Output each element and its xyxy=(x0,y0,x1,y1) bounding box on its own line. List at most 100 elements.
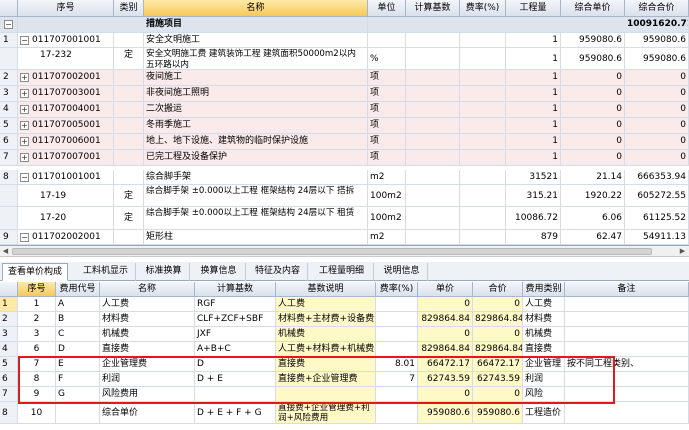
table-row[interactable]: 3 3 C 机械费 JXF 机械费 0 0 机械费 xyxy=(0,327,689,342)
fee-note xyxy=(565,327,689,341)
item-quantity: 879 xyxy=(506,230,561,244)
header-quantity[interactable]: 工程量 xyxy=(506,0,561,17)
table-row[interactable]: 17-19 定 综合脚手架 ±0.000以上工程 框架结构 24层以下 搭拆 1… xyxy=(0,185,689,207)
tab-features-content[interactable]: 特征及内容 xyxy=(248,263,308,281)
item-total: 666353.94 xyxy=(625,170,689,184)
table-row[interactable]: 5 7 E 企业管理费 D 直接费 8.01 66472.17 66472.17… xyxy=(0,357,689,372)
header-name[interactable]: 名称 xyxy=(100,282,195,297)
tab-materials-display[interactable]: 工料机显示 xyxy=(76,263,136,281)
table-row[interactable]: 7 9 G 风险费用 0 0 风险 xyxy=(0,387,689,402)
header-category[interactable]: 类别 xyxy=(114,0,144,17)
tab-description-info[interactable]: 说明信息 xyxy=(376,263,428,281)
item-rate xyxy=(460,102,506,117)
table-row[interactable]: 1 1 A 人工费 RGF 人工费 0 0 人工费 xyxy=(0,297,689,312)
expand-icon[interactable]: + xyxy=(20,121,29,130)
group-row[interactable]: − 措施项目 10091620.71 xyxy=(0,17,689,33)
header-fee-code[interactable]: 费用代号 xyxy=(56,282,100,297)
tab-unit-price-composition[interactable]: 查看单价构成 xyxy=(2,263,68,281)
tab-quantity-details[interactable]: 工程量明细 xyxy=(310,263,374,281)
fee-total: 0 xyxy=(473,327,523,341)
header-seq[interactable]: 序号 xyxy=(18,282,56,297)
row-number: 2 xyxy=(0,70,18,85)
fee-name: 利润 xyxy=(100,372,195,386)
header-seq[interactable]: 序号 xyxy=(18,0,114,17)
header-note[interactable]: 备注 xyxy=(565,282,689,297)
collapse-icon[interactable]: − xyxy=(4,20,13,29)
table-row[interactable]: 4 + 011707004001 二次搬运 项 1 0 0 xyxy=(0,102,689,118)
item-base xyxy=(406,33,460,47)
table-row[interactable]: 9 − 011702002001 矩形柱 m2 879 62.47 54911.… xyxy=(0,230,689,245)
table-row[interactable]: 5 + 011707005001 冬雨季施工 项 1 0 0 xyxy=(0,118,689,134)
table-row[interactable]: 8 − 011701001001 综合脚手架 m2 31521 21.14 66… xyxy=(0,170,689,185)
header-calc-base[interactable]: 计算基数 xyxy=(195,282,276,297)
item-unit-price: 0 xyxy=(561,70,625,85)
tab-conversion-info[interactable]: 换算信息 xyxy=(192,263,246,281)
fee-type: 人工费 xyxy=(523,297,565,311)
header-name[interactable]: 名称 xyxy=(144,0,368,17)
table-row[interactable]: 2 2 B 材料费 CLF+ZCF+SBF 材料费+主材费+设备费 829864… xyxy=(0,312,689,327)
header-rate[interactable]: 费率(%) xyxy=(376,282,418,297)
fee-rate xyxy=(376,402,418,423)
scroll-left-icon[interactable]: ◀ xyxy=(1,247,10,256)
tab-standard-conversion[interactable]: 标准换算 xyxy=(138,263,190,281)
header-price[interactable]: 单价 xyxy=(418,282,473,297)
horizontal-scrollbar[interactable]: ◀ ▶ xyxy=(0,246,689,257)
table-row[interactable]: 4 6 D 直接费 A+B+C 人工费+材料费+机械费 829864.84 82… xyxy=(0,342,689,357)
header-unit-price[interactable]: 综合单价 xyxy=(561,0,625,17)
item-name: 综合脚手架 xyxy=(144,170,368,184)
fee-rate[interactable]: 7 xyxy=(376,372,418,386)
item-category: 定 xyxy=(114,207,144,229)
header-fee-type[interactable]: 费用类别 xyxy=(523,282,565,297)
fee-seq: 10 xyxy=(18,402,56,423)
collapse-icon[interactable]: − xyxy=(20,173,29,182)
item-rate xyxy=(460,86,506,101)
item-name: 夜间施工 xyxy=(144,70,368,85)
item-code: 17-19 xyxy=(18,185,114,206)
item-code: 011702002001 xyxy=(30,230,114,244)
header-unit[interactable]: 单位 xyxy=(368,0,406,17)
header-base[interactable]: 计算基数 xyxy=(406,0,460,17)
collapse-icon[interactable]: − xyxy=(20,233,29,242)
fee-name: 企业管理费 xyxy=(100,357,195,371)
expand-icon[interactable]: + xyxy=(20,153,29,162)
scroll-right-icon[interactable]: ▶ xyxy=(678,247,687,256)
fee-rate[interactable] xyxy=(376,387,418,401)
table-row[interactable]: 3 + 011707003001 非夜间施工照明 项 1 0 0 xyxy=(0,86,689,102)
detail-tab-bar: 查看单价构成 工料机显示 标准换算 换算信息 特征及内容 工程量明细 说明信息 xyxy=(0,262,689,281)
table-row[interactable]: 17-232 定 安全文明施工费 建筑装饰工程 建筑面积50000m2以内 五环… xyxy=(0,48,689,70)
fee-rate[interactable]: 8.01 xyxy=(376,357,418,371)
group-total: 10091620.71 xyxy=(625,17,689,32)
item-unit: % xyxy=(368,48,406,69)
fee-total: 829864.84 xyxy=(473,342,523,356)
expand-icon[interactable]: + xyxy=(20,105,29,114)
table-row[interactable]: 1 − 011707001001 安全文明施工 1 959080.6 95908… xyxy=(0,33,689,48)
scrollbar-thumb[interactable] xyxy=(12,248,652,255)
table-row[interactable]: 8 10 综合单价 D + E + F + G 直接费+企业管理费+利润+风险费… xyxy=(0,402,689,424)
header-base-desc[interactable]: 基数说明 xyxy=(276,282,376,297)
fee-name: 材料费 xyxy=(100,312,195,326)
item-rate xyxy=(460,185,506,206)
table-row[interactable]: 17-20 定 综合脚手架 ±0.000以上工程 框架结构 24层以下 租赁 1… xyxy=(0,207,689,230)
item-unit: 100m2 xyxy=(368,207,406,229)
header-total[interactable]: 综合合价 xyxy=(625,0,689,17)
header-total[interactable]: 合价 xyxy=(473,282,523,297)
table-row[interactable]: 7 + 011707007001 已完工程及设备保护 项 1 0 0 xyxy=(0,150,689,166)
fee-price: 0 xyxy=(418,387,473,401)
header-rate[interactable]: 费率(%) xyxy=(460,0,506,17)
fee-rate xyxy=(376,297,418,311)
table-row[interactable]: 6 8 F 利润 D + E 直接费+企业管理费 7 62743.59 6274… xyxy=(0,372,689,387)
fee-calc-base: D + E + F + G xyxy=(195,402,276,423)
table-row[interactable]: 6 + 011707006001 地上、地下设施、建筑物的临时保护设施 项 1 … xyxy=(0,134,689,150)
item-code: 011707001001 xyxy=(30,33,114,47)
item-base xyxy=(406,134,460,149)
collapse-icon[interactable]: − xyxy=(20,36,29,45)
expand-icon[interactable]: + xyxy=(20,137,29,146)
expand-icon[interactable]: + xyxy=(20,89,29,98)
item-code: 17-20 xyxy=(18,207,114,229)
fee-code xyxy=(56,402,100,423)
cost-composition-grid: 序号 费用代号 名称 计算基数 基数说明 费率(%) 单价 合价 费用类别 备注… xyxy=(0,282,689,430)
expand-icon[interactable]: + xyxy=(20,73,29,82)
item-unit: 项 xyxy=(368,150,406,165)
fee-calc-base: CLF+ZCF+SBF xyxy=(195,312,276,326)
table-row[interactable]: 2 + 011707002001 夜间施工 项 1 0 0 xyxy=(0,70,689,86)
